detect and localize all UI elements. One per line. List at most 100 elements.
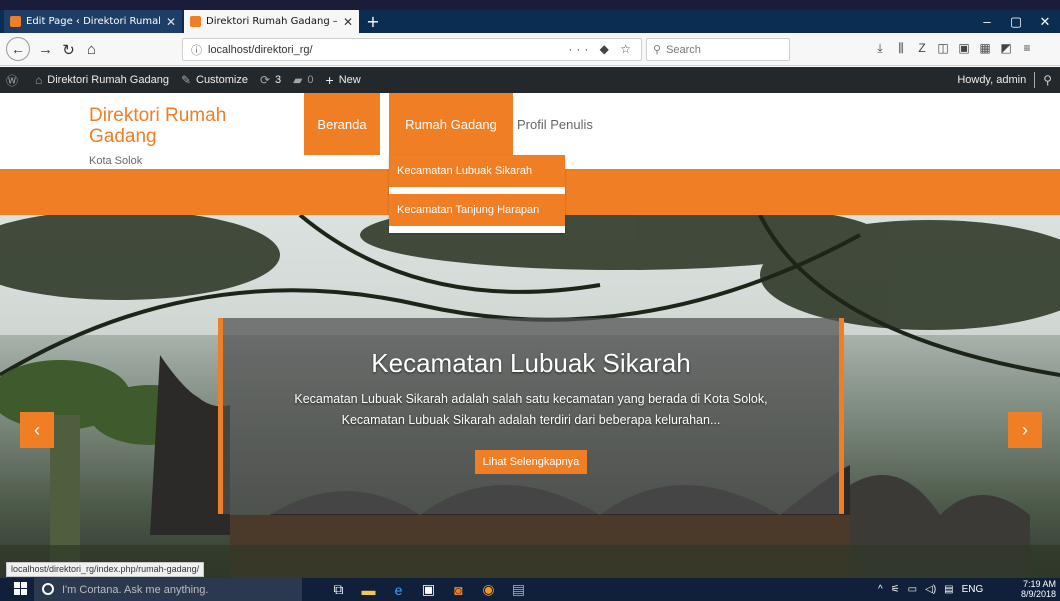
chevron-up-icon[interactable]: ^ <box>878 584 883 595</box>
back-button[interactable]: ← <box>6 37 30 61</box>
minimize-window-icon[interactable]: – <box>973 10 1001 33</box>
close-tab-icon[interactable]: ✕ <box>166 15 176 29</box>
new-tab-button[interactable]: + <box>362 10 384 33</box>
updates-count: 3 <box>275 74 282 86</box>
arrow-right-icon: → <box>38 41 53 58</box>
download-icon[interactable]: ⤓ <box>872 41 888 56</box>
plus-icon: + <box>325 72 334 88</box>
account-menu[interactable]: Howdy, admin <box>949 72 1036 88</box>
task-view-icon[interactable]: ⧉ <box>330 581 347 598</box>
cortana-search-box[interactable]: I'm Cortana. Ask me anything. <box>34 578 302 601</box>
window-title-strip <box>0 0 1060 10</box>
home-button[interactable]: ⌂ <box>80 38 103 61</box>
screenshot-icon[interactable]: ▣ <box>956 41 972 55</box>
slider-next-button[interactable]: › <box>1008 412 1042 448</box>
menu-profil-penulis[interactable]: Profil Penulis <box>517 93 593 155</box>
page-actions[interactable]: ··· ◆ ☆ <box>568 42 635 56</box>
system-tray: ^ ⚟ ▭ ◁) ▤ ENG <box>878 578 983 601</box>
site-title[interactable]: Direktori Rumah Gadang <box>89 105 279 147</box>
slide-caption: Kecamatan Lubuak Sikarah Kecamatan Lubua… <box>218 318 844 514</box>
slide-text-line-1: Kecamatan Lubuak Sikarah adalah salah sa… <box>294 392 768 406</box>
close-window-icon[interactable]: ✕ <box>1031 10 1059 33</box>
slide-text-line-2: Kecamatan Lubuak Sikarah adalah terdiri … <box>341 413 721 427</box>
home-icon: ⌂ <box>86 41 97 58</box>
new-label: New <box>338 74 361 86</box>
volume-icon[interactable]: ◁) <box>925 584 936 595</box>
link-status-url: localhost/direktori_rg/index.php/rumah-g… <box>6 562 205 577</box>
dashboard-icon: ⌂ <box>35 73 43 87</box>
info-icon[interactable]: ⓘ <box>191 42 202 58</box>
tab-title: Direktori Rumah Gadang – Kota <box>206 16 337 27</box>
tab-direktori[interactable]: Direktori Rumah Gadang – Kota ✕ <box>184 10 359 33</box>
network-icon[interactable]: ⚟ <box>891 584 900 595</box>
menu-rumah-gadang[interactable]: Rumah Gadang <box>389 93 513 155</box>
brush-icon: ✎ <box>180 73 191 87</box>
sidebar-icon[interactable]: ◫ <box>935 41 951 55</box>
slide-heading: Kecamatan Lubuak Sikarah <box>371 348 691 378</box>
restore-window-icon[interactable]: ▢ <box>1002 10 1030 33</box>
search-placeholder: Search <box>666 43 701 56</box>
extension-icon[interactable]: ◩ <box>998 41 1014 55</box>
read-more-button[interactable]: Lihat Selengkapnya <box>474 450 588 474</box>
comments-link[interactable]: ▰ 0 <box>287 67 319 93</box>
notification-icon[interactable]: ▤ <box>944 584 953 595</box>
clock-time: 7:19 AM <box>1022 579 1056 589</box>
battery-icon[interactable]: ▭ <box>908 584 917 595</box>
wordpress-icon: Ⓦ <box>6 73 19 88</box>
admin-search-icon[interactable]: ⚲ <box>1035 73 1060 87</box>
reload-button[interactable]: ↻ <box>57 38 80 61</box>
search-input[interactable]: ⚲ Search <box>646 38 790 61</box>
file-explorer-icon[interactable]: ▬ <box>360 581 377 598</box>
customize-link[interactable]: ✎ Customize <box>175 67 254 93</box>
new-content-link[interactable]: + New <box>320 67 367 93</box>
extension-icon[interactable]: ▦ <box>977 41 993 55</box>
tab-title: Edit Page ‹ Direktori Rumah Ga <box>26 16 160 27</box>
browser-toolbar: ← → ↻ ⌂ ⓘ localhost/direktori_rg/ ··· ◆ … <box>0 33 1060 66</box>
menu-beranda[interactable]: Beranda <box>304 93 380 155</box>
browser-tab-bar: Edit Page ‹ Direktori Rumah Ga ✕ Direkto… <box>0 0 1060 33</box>
language-indicator[interactable]: ENG <box>962 584 984 595</box>
firefox-icon[interactable]: ◉ <box>480 581 497 598</box>
slide-text: Kecamatan Lubuak Sikarah adalah salah sa… <box>223 389 839 431</box>
cortana-placeholder: I'm Cortana. Ask me anything. <box>62 583 209 596</box>
submenu-item-lubuak-sikarah[interactable]: Kecamatan Lubuak Sikarah <box>389 155 565 194</box>
close-tab-icon[interactable]: ✕ <box>343 15 353 29</box>
submenu-rumah-gadang: Kecamatan Lubuak Sikarah Kecamatan Tanju… <box>389 155 565 233</box>
site-name-label: Direktori Rumah Gadang <box>47 74 169 86</box>
url-bar[interactable]: ⓘ localhost/direktori_rg/ ··· ◆ ☆ <box>182 38 642 61</box>
wp-admin-bar: Ⓦ ⌂ Direktori Rumah Gadang ✎ Customize ⟳… <box>0 67 1060 93</box>
hero-slider: Kecamatan Lubuak Sikarah Kecamatan Lubua… <box>0 215 1060 578</box>
wp-logo-button[interactable]: Ⓦ <box>0 67 29 93</box>
site-name-link[interactable]: ⌂ Direktori Rumah Gadang <box>29 67 175 93</box>
app-icon[interactable]: ▤ <box>510 581 527 598</box>
chevron-right-icon: › <box>1022 419 1028 440</box>
favicon-icon <box>10 16 21 27</box>
system-clock[interactable]: 7:19 AM 8/9/2018 <box>1016 579 1056 599</box>
comment-icon: ▰ <box>293 73 303 87</box>
search-icon: ⚲ <box>653 44 662 56</box>
updates-icon: ⟳ <box>259 73 271 87</box>
edge-browser-icon[interactable]: e <box>390 581 407 598</box>
arrow-left-icon: ← <box>11 41 25 57</box>
tab-edit-page[interactable]: Edit Page ‹ Direktori Rumah Ga ✕ <box>4 10 182 33</box>
store-icon[interactable]: ▣ <box>420 581 437 598</box>
zotero-icon[interactable]: Z <box>914 41 930 55</box>
app-icon[interactable]: ◙ <box>450 581 467 598</box>
comments-count: 0 <box>307 74 314 86</box>
clock-date: 8/9/2018 <box>1020 589 1056 599</box>
cortana-icon <box>42 583 54 595</box>
customize-label: Customize <box>196 74 248 86</box>
hamburger-menu-icon[interactable]: ≡ <box>1019 41 1035 55</box>
updates-link[interactable]: ⟳ 3 <box>254 67 287 93</box>
forward-button[interactable]: → <box>34 38 57 61</box>
library-icon[interactable]: ⫼ <box>893 41 909 56</box>
favicon-icon <box>190 16 201 27</box>
slider-prev-button[interactable]: ‹ <box>20 412 54 448</box>
url-text[interactable]: localhost/direktori_rg/ <box>208 44 313 56</box>
plus-icon: + <box>366 12 380 31</box>
windows-start-icon[interactable] <box>14 582 28 596</box>
chevron-left-icon: ‹ <box>34 419 40 440</box>
site-description: Kota Solok <box>89 155 143 167</box>
windows-taskbar: I'm Cortana. Ask me anything. ⧉ ▬ e ▣ ◙ … <box>0 578 1060 601</box>
submenu-item-tanjung-harapan[interactable]: Kecamatan Tanjung Harapan <box>389 194 565 233</box>
